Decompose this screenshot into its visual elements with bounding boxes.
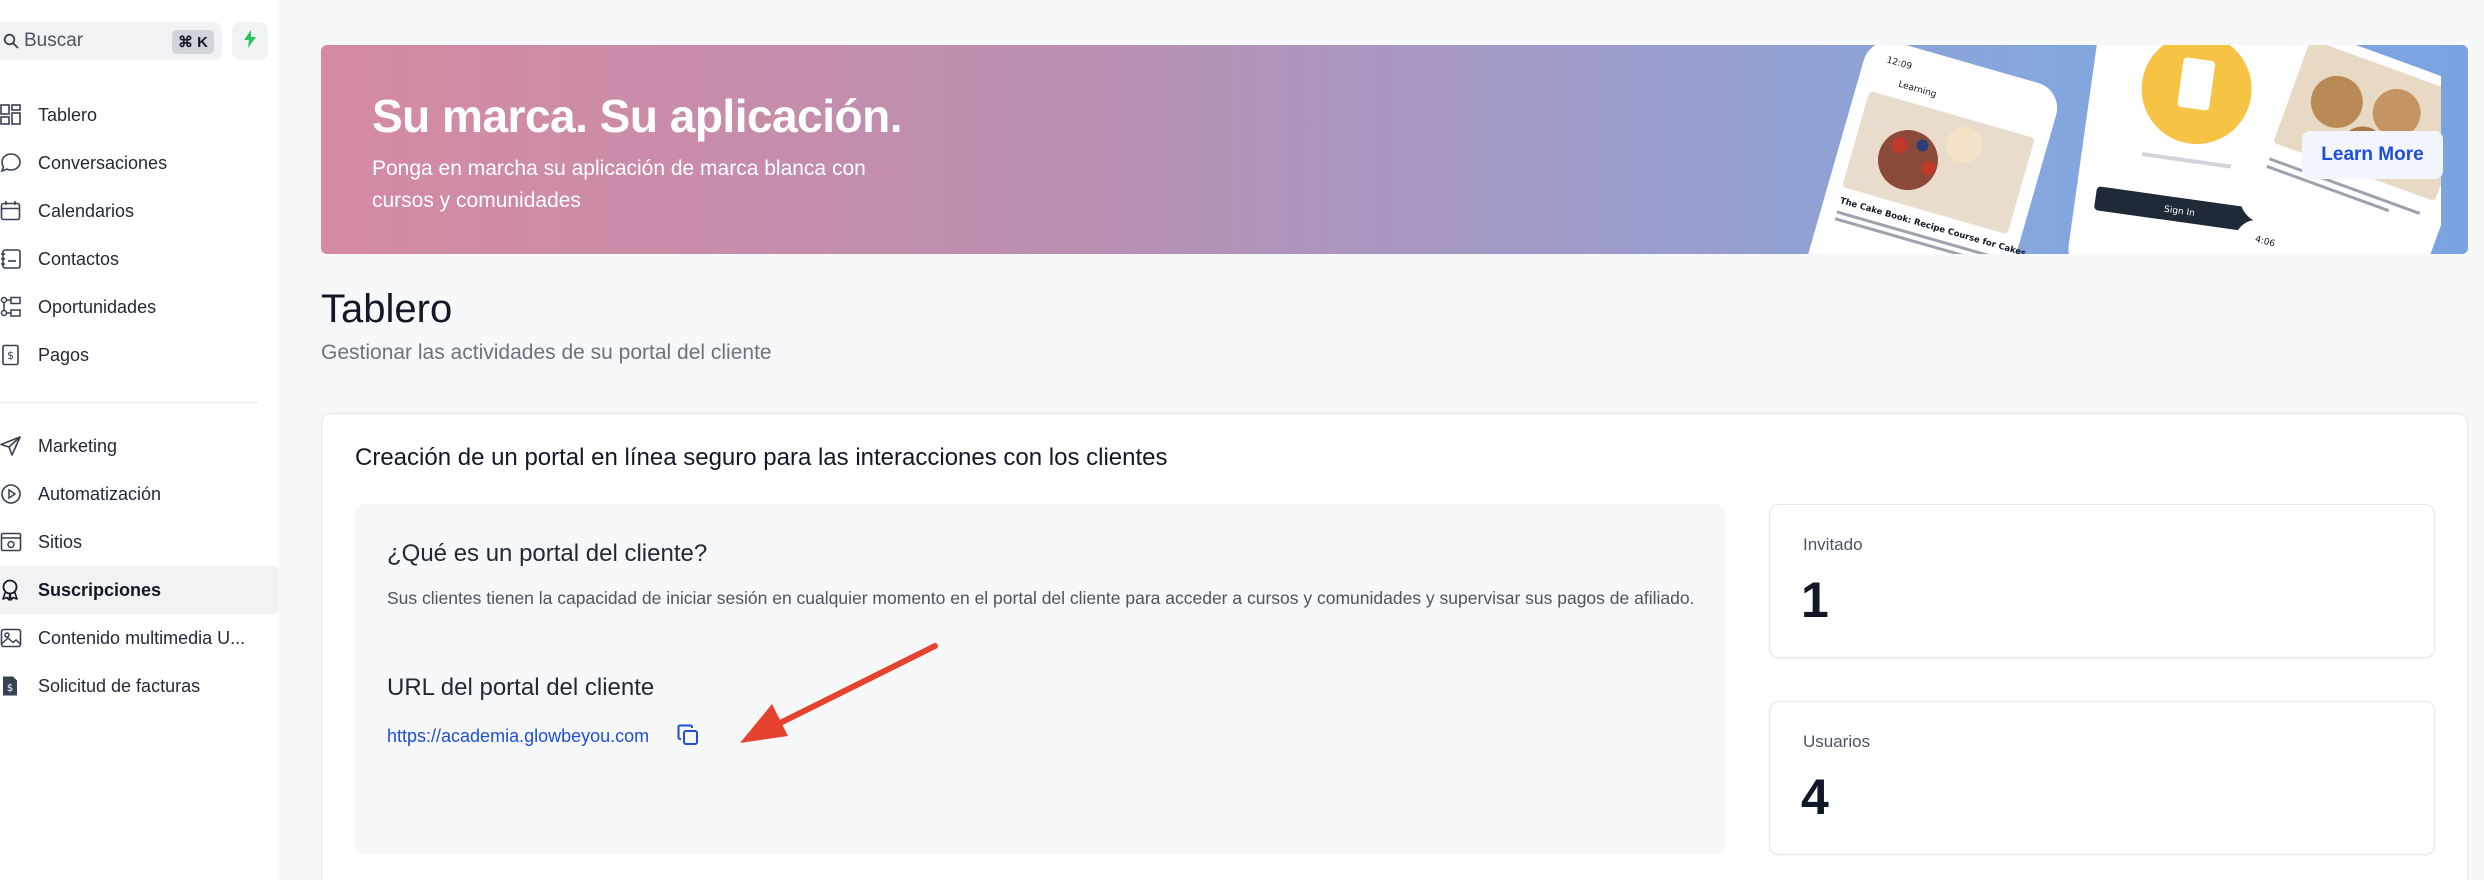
sidebar-item-label: Solicitud de facturas <box>38 675 201 696</box>
sidebar-item-pagos[interactable]: $ Pagos <box>0 331 279 379</box>
annotation-arrow <box>740 643 938 743</box>
sidebar-item-label: Automatización <box>38 483 162 504</box>
invoice-icon: $ <box>0 662 30 710</box>
bolt-icon <box>243 29 257 53</box>
stat-card-invitado: Invitado 1 <box>1769 504 2435 658</box>
promo-banner: Su marca. Su aplicación. Ponga en marcha… <box>321 45 2468 254</box>
sidebar-item-label: Contactos <box>38 248 120 269</box>
primary-nav: Tablero Conversaciones Calendarios Conta… <box>0 91 279 379</box>
stat-value: 4 <box>1801 769 1829 825</box>
sidebar-item-label: Calendarios <box>38 200 135 221</box>
sidebar-divider <box>0 402 258 403</box>
portal-info-box: ¿Qué es un portal del cliente? Sus clien… <box>355 504 1725 854</box>
sites-icon <box>0 518 30 566</box>
portal-description: Sus clientes tienen la capacidad de inic… <box>387 588 1695 608</box>
contacts-icon <box>0 235 30 283</box>
opportunities-icon <box>0 283 30 331</box>
search-placeholder: Buscar <box>24 30 84 51</box>
sidebar-item-label: Sitios <box>38 531 83 552</box>
award-icon <box>0 566 30 614</box>
quick-action-button[interactable] <box>232 22 268 60</box>
sidebar-item-label: Oportunidades <box>38 296 157 317</box>
stat-value: 1 <box>1801 572 1829 628</box>
sidebar-item-conversaciones[interactable]: Conversaciones <box>0 139 279 187</box>
sidebar-item-contenido-multimedia[interactable]: Contenido multimedia U... <box>0 614 279 662</box>
stat-label: Usuarios <box>1803 732 1871 751</box>
grid-icon <box>0 91 30 139</box>
card-heading: Creación de un portal en línea seguro pa… <box>355 444 1168 471</box>
banner-title: Su marca. Su aplicación. <box>372 90 902 142</box>
sidebar-item-label: Contenido multimedia U... <box>38 627 246 648</box>
search-input[interactable]: Buscar ⌘ K <box>0 22 222 60</box>
sidebar-item-contactos[interactable]: Contactos <box>0 235 279 283</box>
learn-more-button[interactable]: Learn More <box>2302 131 2443 179</box>
secondary-nav: Marketing Automatización Sitios Suscripc… <box>0 422 279 710</box>
portal-url-link[interactable]: https://academia.glowbeyou.com <box>387 726 649 747</box>
send-icon <box>0 422 30 470</box>
image-icon <box>0 614 30 662</box>
stat-label: Invitado <box>1803 535 1863 554</box>
sidebar-item-automatizacion[interactable]: Automatización <box>0 470 279 518</box>
calendar-icon <box>0 187 30 235</box>
svg-text:$: $ <box>7 683 13 694</box>
svg-text:$: $ <box>7 349 14 362</box>
sidebar-item-marketing[interactable]: Marketing <box>0 422 279 470</box>
sidebar: Buscar ⌘ K Tablero Conversaciones Calend… <box>0 0 279 880</box>
payments-icon: $ <box>0 331 30 379</box>
portal-url-heading: URL del portal del cliente <box>387 674 655 701</box>
sidebar-item-sitios[interactable]: Sitios <box>0 518 279 566</box>
sidebar-item-label: Suscripciones <box>38 579 162 600</box>
copy-icon <box>676 723 700 752</box>
portal-question-heading: ¿Qué es un portal del cliente? <box>387 540 708 567</box>
chat-icon <box>0 139 30 187</box>
sidebar-item-calendarios[interactable]: Calendarios <box>0 187 279 235</box>
sidebar-item-solicitud-facturas[interactable]: $ Solicitud de facturas <box>0 662 279 710</box>
sidebar-item-label: Marketing <box>38 435 118 456</box>
page-title: Tablero <box>321 287 453 331</box>
sidebar-item-label: Pagos <box>38 344 90 365</box>
sidebar-item-tablero[interactable]: Tablero <box>0 91 279 139</box>
page-subtitle: Gestionar las actividades de su portal d… <box>321 341 772 364</box>
banner-subtitle: Ponga en marcha su aplicación de marca b… <box>372 157 866 212</box>
search-shortcut-badge: ⌘ K <box>172 30 214 54</box>
copy-url-button[interactable] <box>673 722 703 752</box>
automation-icon <box>0 470 30 518</box>
sidebar-item-label: Conversaciones <box>38 152 168 173</box>
portal-card: Creación de un portal en línea seguro pa… <box>321 413 2468 880</box>
search-icon <box>0 33 22 49</box>
stat-card-usuarios: Usuarios 4 <box>1769 701 2435 855</box>
sidebar-item-suscripciones[interactable]: Suscripciones <box>0 566 279 614</box>
sidebar-item-oportunidades[interactable]: Oportunidades <box>0 283 279 331</box>
sidebar-item-label: Tablero <box>38 104 98 125</box>
